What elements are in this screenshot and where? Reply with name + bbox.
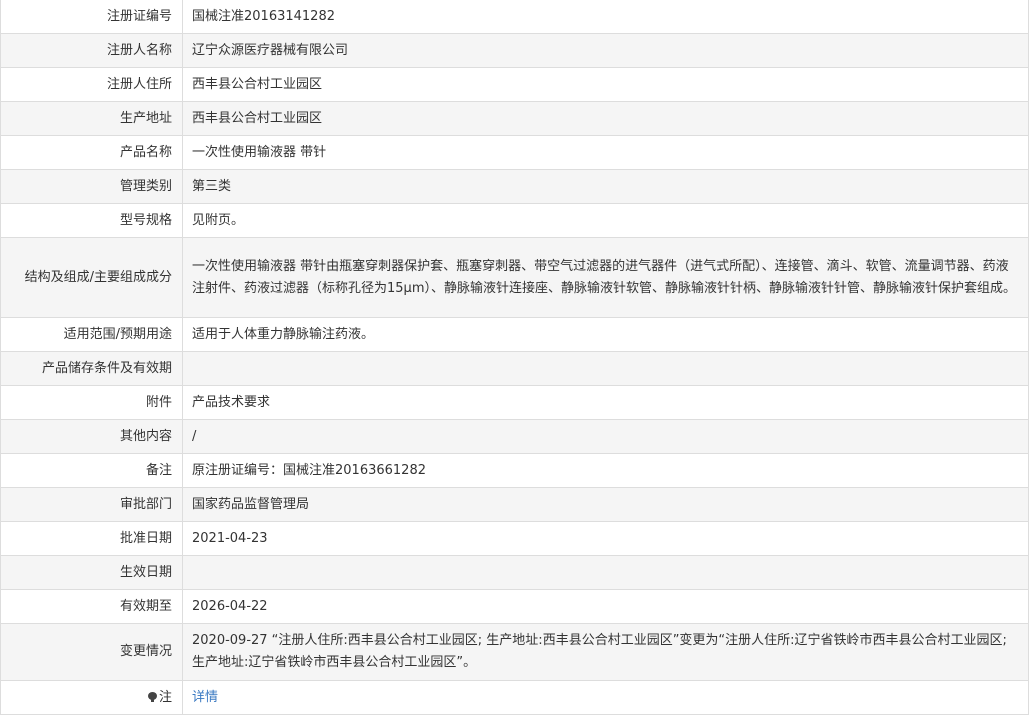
- field-label: 适用范围/预期用途: [0, 317, 183, 352]
- field-value: 第三类: [182, 169, 1029, 204]
- field-value: 西丰县公合村工业园区: [182, 67, 1029, 102]
- field-value: 西丰县公合村工业园区: [182, 101, 1029, 136]
- field-value: [182, 555, 1029, 590]
- lightbulb-icon: [147, 691, 157, 702]
- field-value: 2020-09-27 “注册人住所:西丰县公合村工业园区; 生产地址:西丰县公合…: [182, 623, 1029, 681]
- table-row: 产品储存条件及有效期: [0, 351, 1029, 386]
- field-value: 一次性使用输液器 带针由瓶塞穿刺器保护套、瓶塞穿刺器、带空气过滤器的进气器件（进…: [182, 237, 1029, 318]
- field-value: [182, 351, 1029, 386]
- field-value: 2026-04-22: [182, 589, 1029, 624]
- registration-info-table: 注册证编号 国械注准20163141282 注册人名称 辽宁众源医疗器械有限公司…: [0, 0, 1029, 715]
- field-value: 辽宁众源医疗器械有限公司: [182, 33, 1029, 68]
- field-value: 一次性使用输液器 带针: [182, 135, 1029, 170]
- table-row: 其他内容 /: [0, 419, 1029, 454]
- table-row-note: 注 详情: [0, 680, 1029, 715]
- field-label: 审批部门: [0, 487, 183, 522]
- field-label: 附件: [0, 385, 183, 420]
- field-label: 注册人名称: [0, 33, 183, 68]
- table-row: 注册人名称 辽宁众源医疗器械有限公司: [0, 33, 1029, 68]
- table-row: 结构及组成/主要组成成分 一次性使用输液器 带针由瓶塞穿刺器保护套、瓶塞穿刺器、…: [0, 237, 1029, 318]
- table-row: 审批部门 国家药品监督管理局: [0, 487, 1029, 522]
- field-label: 变更情况: [0, 623, 183, 681]
- field-value: 产品技术要求: [182, 385, 1029, 420]
- table-row: 批准日期 2021-04-23: [0, 521, 1029, 556]
- field-value: 2021-04-23: [182, 521, 1029, 556]
- field-label: 备注: [0, 453, 183, 488]
- table-row: 注册人住所 西丰县公合村工业园区: [0, 67, 1029, 102]
- field-label: 有效期至: [0, 589, 183, 624]
- field-label: 批准日期: [0, 521, 183, 556]
- note-value-cell: 详情: [182, 680, 1029, 715]
- field-label: 注册人住所: [0, 67, 183, 102]
- table-row: 生产地址 西丰县公合村工业园区: [0, 101, 1029, 136]
- field-value: 国家药品监督管理局: [182, 487, 1029, 522]
- note-label-cell: 注: [0, 680, 183, 715]
- field-label: 生效日期: [0, 555, 183, 590]
- table-row: 备注 原注册证编号：国械注准20163661282: [0, 453, 1029, 488]
- field-value: 国械注准20163141282: [182, 0, 1029, 34]
- table-row: 管理类别 第三类: [0, 169, 1029, 204]
- field-label: 管理类别: [0, 169, 183, 204]
- table-row: 适用范围/预期用途 适用于人体重力静脉输注药液。: [0, 317, 1029, 352]
- table-row: 有效期至 2026-04-22: [0, 589, 1029, 624]
- table-row: 变更情况 2020-09-27 “注册人住所:西丰县公合村工业园区; 生产地址:…: [0, 623, 1029, 681]
- field-label: 产品储存条件及有效期: [0, 351, 183, 386]
- field-value: 原注册证编号：国械注准20163661282: [182, 453, 1029, 488]
- table-row: 附件 产品技术要求: [0, 385, 1029, 420]
- table-row: 型号规格 见附页。: [0, 203, 1029, 238]
- table-row: 注册证编号 国械注准20163141282: [0, 0, 1029, 34]
- field-value: /: [182, 419, 1029, 454]
- table-row: 生效日期: [0, 555, 1029, 590]
- field-value: 适用于人体重力静脉输注药液。: [182, 317, 1029, 352]
- note-label: 注: [158, 689, 172, 705]
- details-link[interactable]: 详情: [192, 690, 218, 705]
- field-label: 产品名称: [0, 135, 183, 170]
- field-value: 见附页。: [182, 203, 1029, 238]
- field-label: 结构及组成/主要组成成分: [0, 237, 183, 318]
- table-row: 产品名称 一次性使用输液器 带针: [0, 135, 1029, 170]
- field-label: 其他内容: [0, 419, 183, 454]
- field-label: 型号规格: [0, 203, 183, 238]
- field-label: 生产地址: [0, 101, 183, 136]
- field-label: 注册证编号: [0, 0, 183, 34]
